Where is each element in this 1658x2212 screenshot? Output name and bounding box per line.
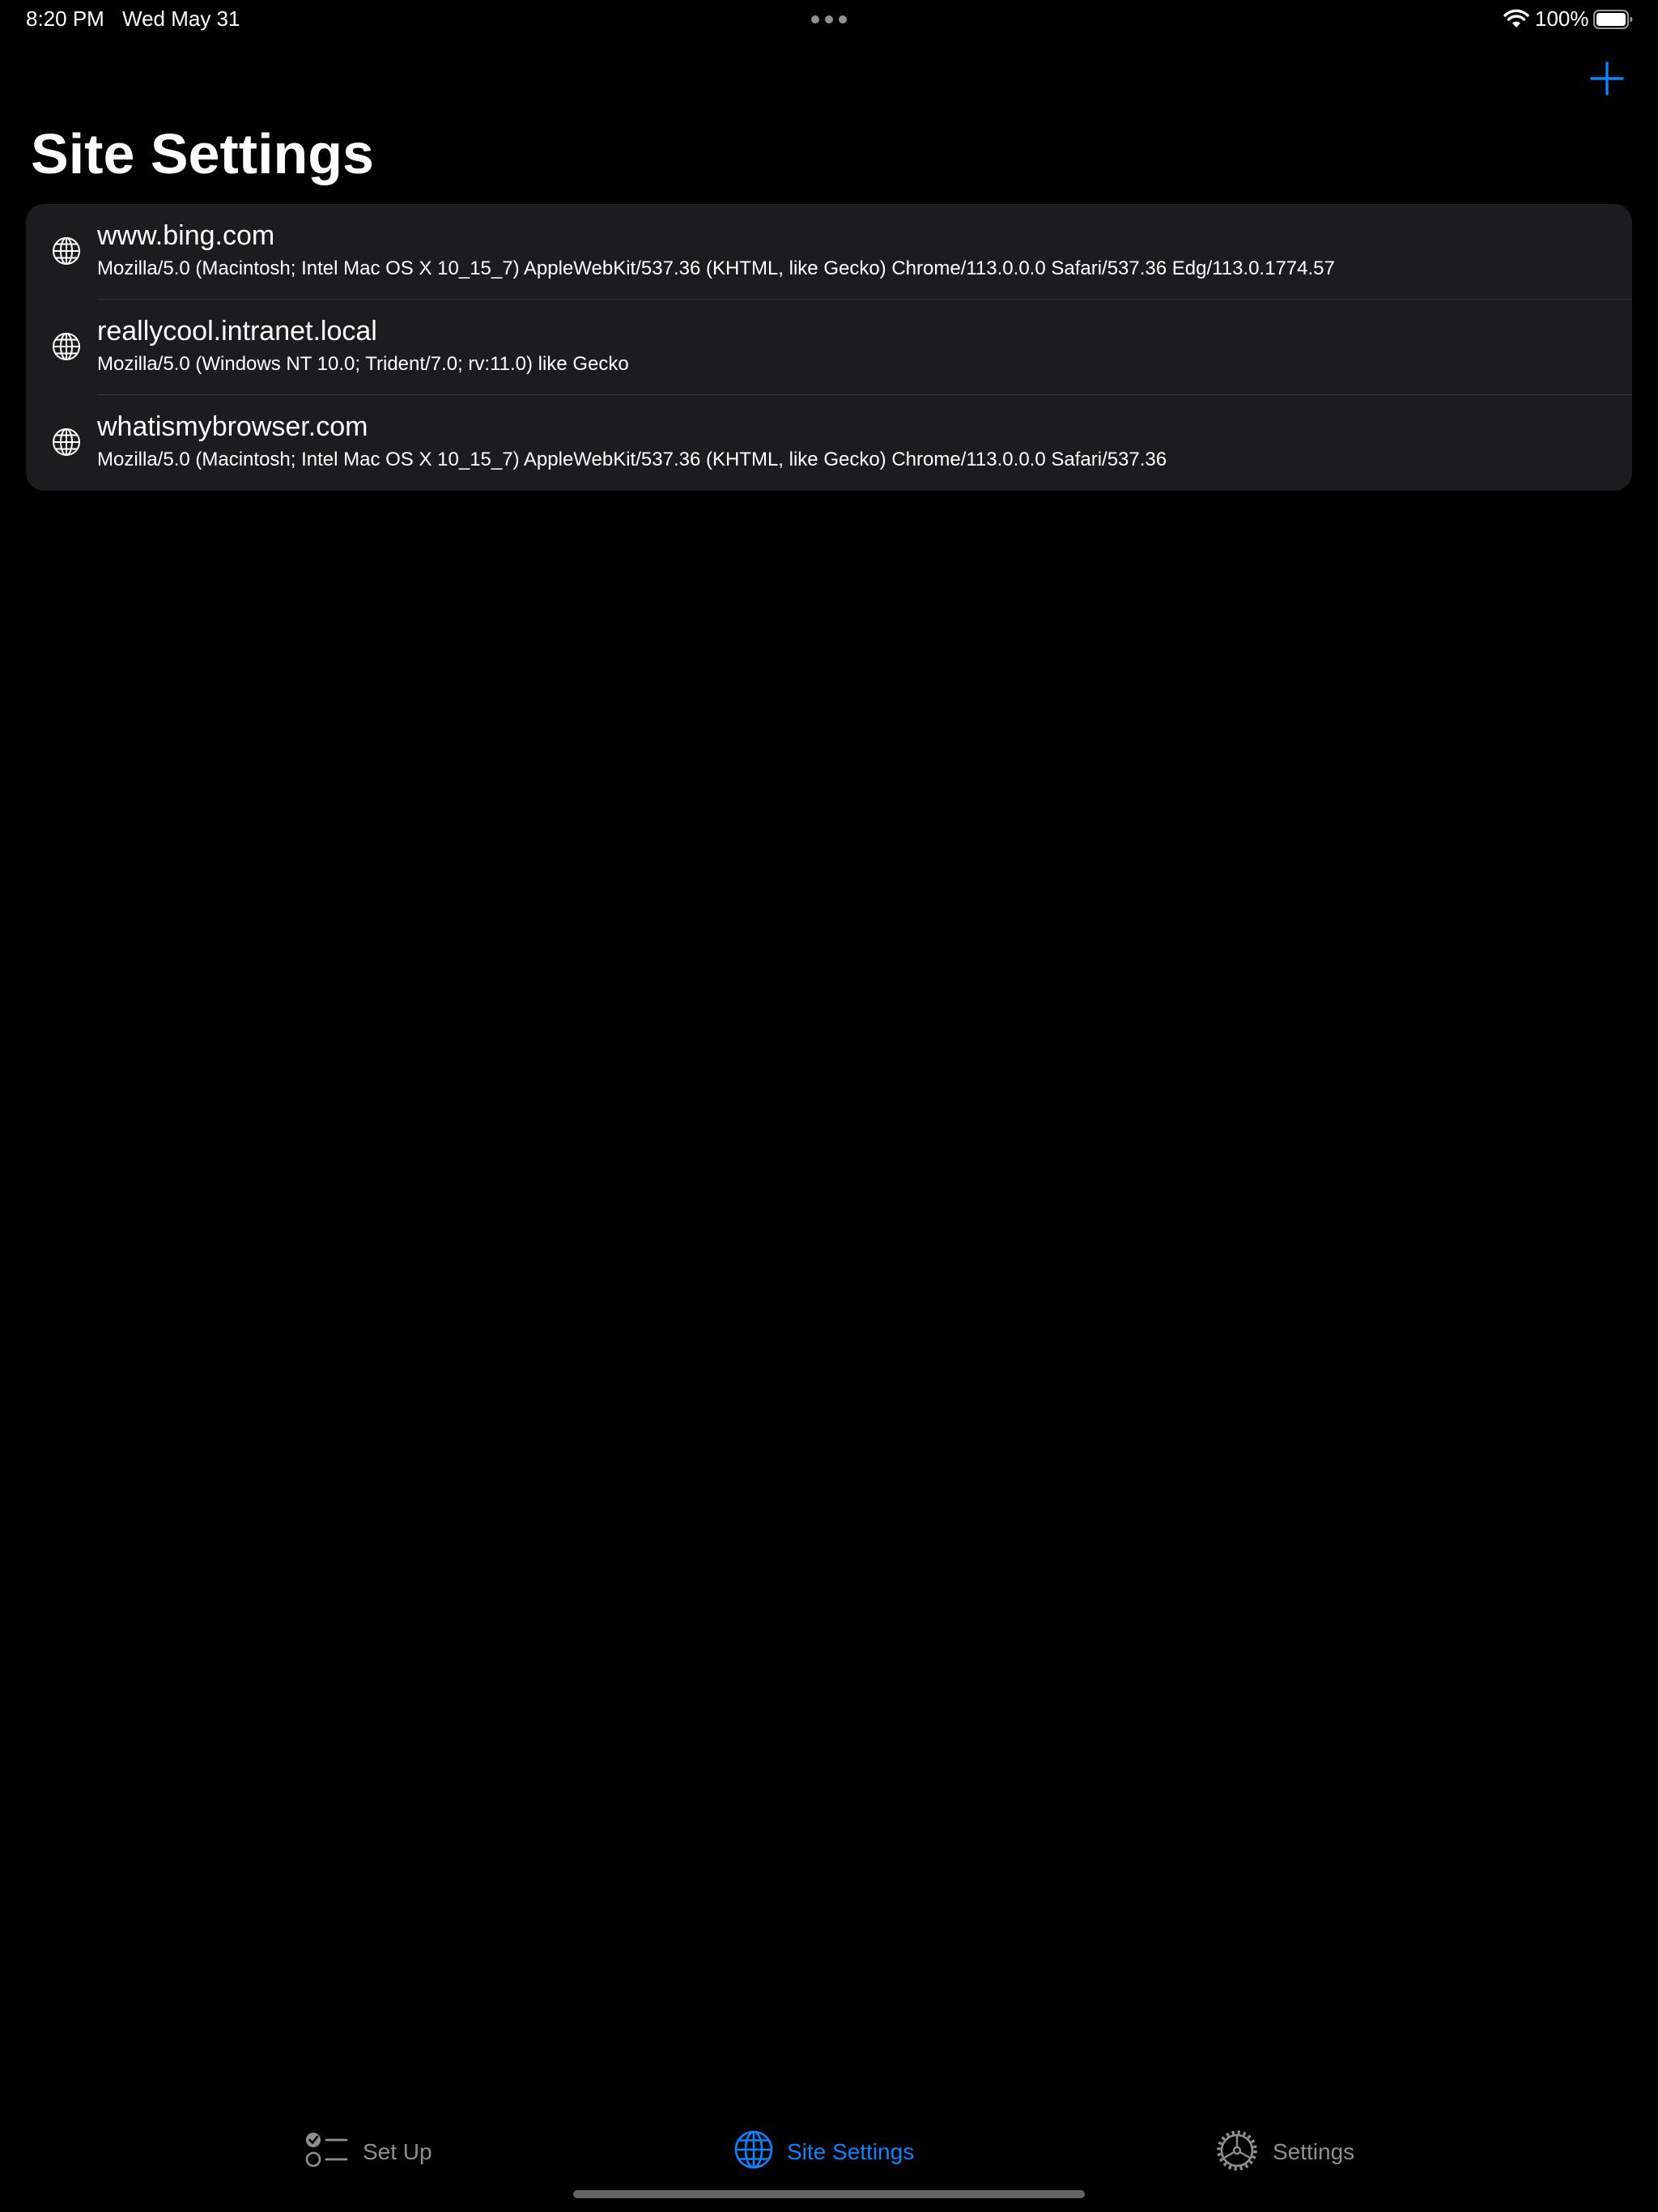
home-indicator[interactable] xyxy=(573,2190,1085,2198)
globe-icon xyxy=(734,2130,773,2169)
site-list: www.bing.com Mozilla/5.0 (Macintosh; Int… xyxy=(26,204,1632,491)
tab-label: Site Settings xyxy=(787,2139,915,2164)
globe-icon xyxy=(53,237,80,265)
site-user-agent: Mozilla/5.0 (Macintosh; Intel Mac OS X 1… xyxy=(97,449,1167,470)
site-user-agent: Mozilla/5.0 (Macintosh; Intel Mac OS X 1… xyxy=(97,257,1335,279)
wifi-icon xyxy=(1503,9,1529,28)
site-user-agent: Mozilla/5.0 (Windows NT 10.0; Trident/7.… xyxy=(97,353,629,375)
page-title: Site Settings xyxy=(31,122,374,185)
checklist-icon xyxy=(305,2133,348,2167)
site-row-reallycool-intranet[interactable]: reallycool.intranet.local Mozilla/5.0 (W… xyxy=(26,300,1632,395)
battery-percent: 100% xyxy=(1535,6,1589,31)
multitasking-dots-icon[interactable] xyxy=(811,15,847,24)
tab-settings[interactable]: Settings xyxy=(1216,2121,1362,2178)
site-host: reallycool.intranet.local xyxy=(97,316,377,347)
gear-icon xyxy=(1217,2130,1257,2171)
tab-label: Set Up xyxy=(363,2139,432,2164)
tab-site-settings[interactable]: Site Settings xyxy=(733,2121,920,2178)
tab-bar: Set Up Site Settings Settings xyxy=(0,2121,1658,2186)
globe-icon xyxy=(53,333,80,360)
site-row-whatismybrowser[interactable]: whatismybrowser.com Mozilla/5.0 (Macinto… xyxy=(26,395,1632,491)
site-host: whatismybrowser.com xyxy=(97,411,368,442)
add-site-button[interactable] xyxy=(1588,60,1626,97)
tab-set-up[interactable]: Set Up xyxy=(304,2121,450,2178)
site-row-bing[interactable]: www.bing.com Mozilla/5.0 (Macintosh; Int… xyxy=(26,204,1632,300)
globe-icon xyxy=(53,428,80,456)
tab-label: Settings xyxy=(1273,2139,1355,2164)
site-host: www.bing.com xyxy=(97,220,275,251)
battery-icon xyxy=(1593,10,1633,29)
status-date: Wed May 31 xyxy=(122,6,240,31)
status-bar: 8:20 PM Wed May 31 100% xyxy=(0,0,1658,39)
status-time: 8:20 PM xyxy=(26,6,104,31)
